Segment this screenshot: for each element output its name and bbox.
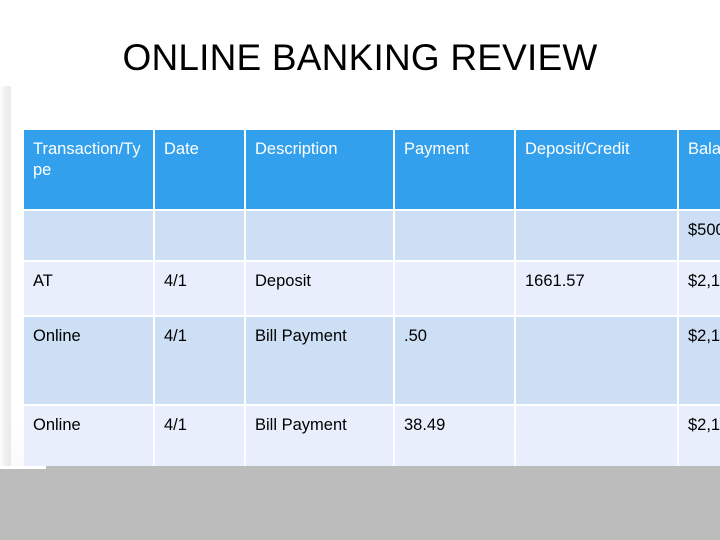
table-body: $500.00 AT 4/1 Deposit 1661.57 $2,161.57…: [24, 211, 720, 495]
cell-balance: $2,161.57: [679, 262, 720, 315]
cell-description: [246, 211, 393, 260]
bottom-band-left-notch: [0, 466, 46, 469]
cell-description: Bill Payment: [246, 317, 393, 404]
cell-deposit-credit: [516, 211, 677, 260]
transaction-table: Transaction/Type Date Description Paymen…: [22, 128, 720, 497]
cell-balance: $2,161.07: [679, 317, 720, 404]
cell-deposit-credit: 1661.57: [516, 262, 677, 315]
column-header-transaction-type: Transaction/Type: [24, 130, 153, 209]
cell-transaction-type: AT: [24, 262, 153, 315]
cell-payment: [395, 211, 514, 260]
cell-date: [155, 211, 244, 260]
slide-title: ONLINE BANKING REVIEW: [122, 37, 598, 78]
table-header-row: Transaction/Type Date Description Paymen…: [24, 130, 720, 209]
column-header-description: Description: [246, 130, 393, 209]
cell-deposit-credit: [516, 317, 677, 404]
cell-date: 4/1: [155, 317, 244, 404]
cell-balance: $500.00: [679, 211, 720, 260]
table-row: $500.00: [24, 211, 720, 260]
table-row: Online 4/1 Bill Payment .50 $2,161.07: [24, 317, 720, 404]
cell-payment: [395, 262, 514, 315]
bottom-gray-band: [0, 466, 720, 540]
cell-description: Deposit: [246, 262, 393, 315]
cell-transaction-type: [24, 211, 153, 260]
cell-date: 4/1: [155, 262, 244, 315]
column-header-payment: Payment: [395, 130, 514, 209]
slide: ONLINE BANKING REVIEW Transaction/Type D…: [0, 0, 720, 540]
table-header: Transaction/Type Date Description Paymen…: [24, 130, 720, 209]
cell-transaction-type: Online: [24, 317, 153, 404]
column-header-deposit-credit: Deposit/Credit: [516, 130, 677, 209]
transaction-table-container: Transaction/Type Date Description Paymen…: [22, 128, 720, 497]
column-header-balance: Balance: [679, 130, 720, 209]
column-header-date: Date: [155, 130, 244, 209]
cell-payment: .50: [395, 317, 514, 404]
table-row: AT 4/1 Deposit 1661.57 $2,161.57: [24, 262, 720, 315]
